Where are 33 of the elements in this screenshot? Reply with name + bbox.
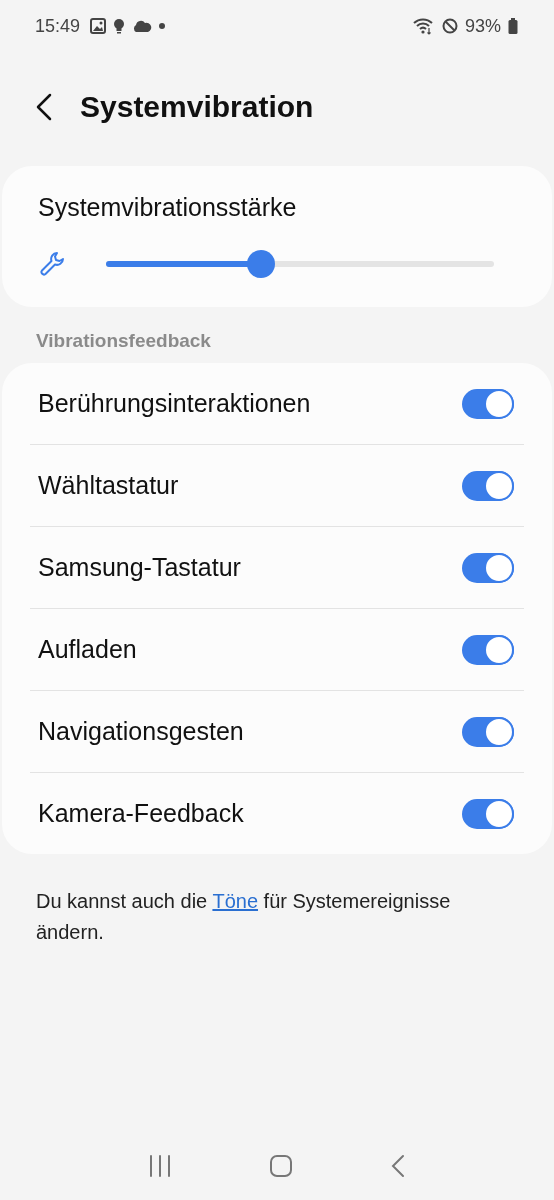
setting-label: Samsung-Tastatur bbox=[38, 553, 241, 582]
toggle-switch[interactable] bbox=[462, 552, 514, 583]
dot-icon bbox=[159, 23, 166, 29]
slider-thumb[interactable] bbox=[247, 250, 276, 278]
do-not-disturb-icon bbox=[441, 18, 458, 34]
battery-icon bbox=[508, 18, 518, 34]
toggle-switch[interactable] bbox=[462, 716, 514, 747]
toggle-switch[interactable] bbox=[462, 798, 514, 829]
back-icon[interactable] bbox=[389, 1154, 406, 1178]
lightbulb-icon bbox=[113, 18, 126, 34]
slider[interactable] bbox=[106, 250, 494, 278]
home-icon[interactable] bbox=[269, 1154, 293, 1178]
setting-label: Wähltastatur bbox=[38, 471, 179, 500]
info-text: Du kannst auch die Töne für Systemereignisse ändern. bbox=[36, 889, 452, 945]
setting-label: Aufladen bbox=[38, 635, 137, 664]
setting-label: Navigationsgesten bbox=[38, 717, 244, 746]
back-button[interactable] bbox=[36, 93, 52, 121]
status-time: 15:49 bbox=[35, 15, 81, 37]
setting-label: Kamera-Feedback bbox=[38, 799, 244, 828]
battery-percent: 93% bbox=[464, 15, 501, 37]
toggle-switch[interactable] bbox=[462, 470, 514, 501]
back-icon bbox=[36, 93, 52, 121]
sounds-link[interactable]: Töne bbox=[212, 890, 258, 912]
toggle-switch[interactable] bbox=[462, 388, 514, 419]
wifi-icon bbox=[412, 17, 435, 35]
section-header: Vibrationsfeedback bbox=[35, 329, 212, 353]
recent-apps-icon[interactable] bbox=[148, 1154, 173, 1178]
toggle-switch[interactable] bbox=[462, 634, 514, 665]
cloud-icon bbox=[132, 20, 153, 32]
image-icon bbox=[90, 18, 107, 34]
page-title: Systemvibration bbox=[80, 90, 314, 124]
setting-title: Systemvibrationsstärke bbox=[38, 193, 298, 222]
setting-label: Berührungsinteraktionen bbox=[38, 389, 311, 418]
